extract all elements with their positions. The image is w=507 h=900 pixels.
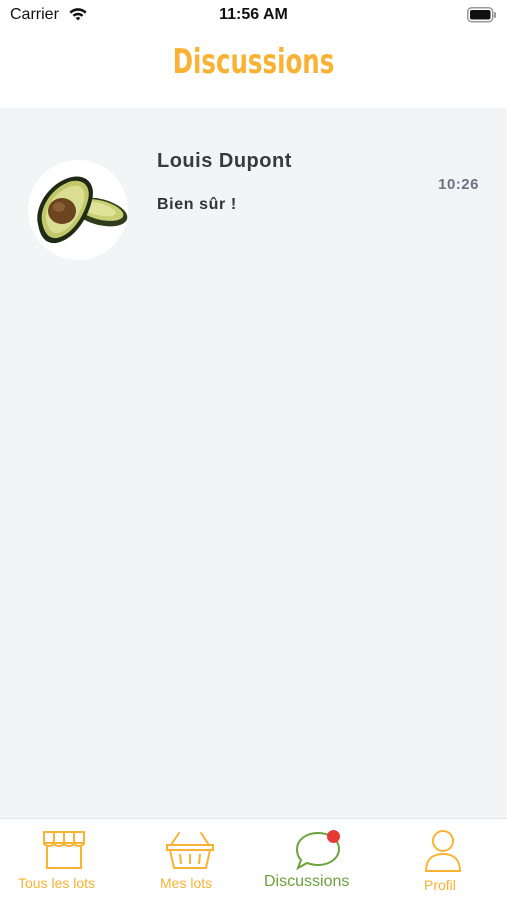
nav-header: Discussions: [0, 32, 507, 108]
tab-tous-les-lots[interactable]: Tous les lots: [0, 819, 127, 900]
tab-mes-lots[interactable]: Mes lots: [127, 819, 254, 900]
page-title: Discussions: [172, 42, 335, 82]
battery-icon: [467, 7, 497, 28]
tab-label: Discussions: [264, 873, 350, 890]
tab-profil[interactable]: Profil: [381, 819, 507, 900]
tab-bar: Tous les lots Mes lots Discussions Profi…: [0, 818, 507, 900]
tab-label: Profil: [424, 877, 456, 893]
user-icon: [424, 830, 462, 872]
tab-discussions[interactable]: Discussions: [254, 819, 381, 900]
notification-badge: [327, 830, 340, 843]
avocado-image: [28, 160, 128, 260]
tab-label: Mes lots: [160, 875, 213, 891]
message-time: 10:26: [438, 176, 479, 193]
status-bar: Carrier 11:56 AM: [0, 0, 507, 32]
basket-icon: [166, 832, 214, 869]
shop-icon: [43, 831, 85, 869]
status-time: 11:56 AM: [219, 6, 288, 23]
contact-name: Louis Dupont: [157, 150, 292, 172]
tab-label: Tous les lots: [18, 875, 96, 891]
conversation-list: Louis Dupont 10:26 Bien sûr !: [0, 108, 507, 818]
conversation-item[interactable]: Louis Dupont 10:26 Bien sûr !: [0, 138, 507, 278]
message-preview: Bien sûr !: [157, 196, 237, 213]
